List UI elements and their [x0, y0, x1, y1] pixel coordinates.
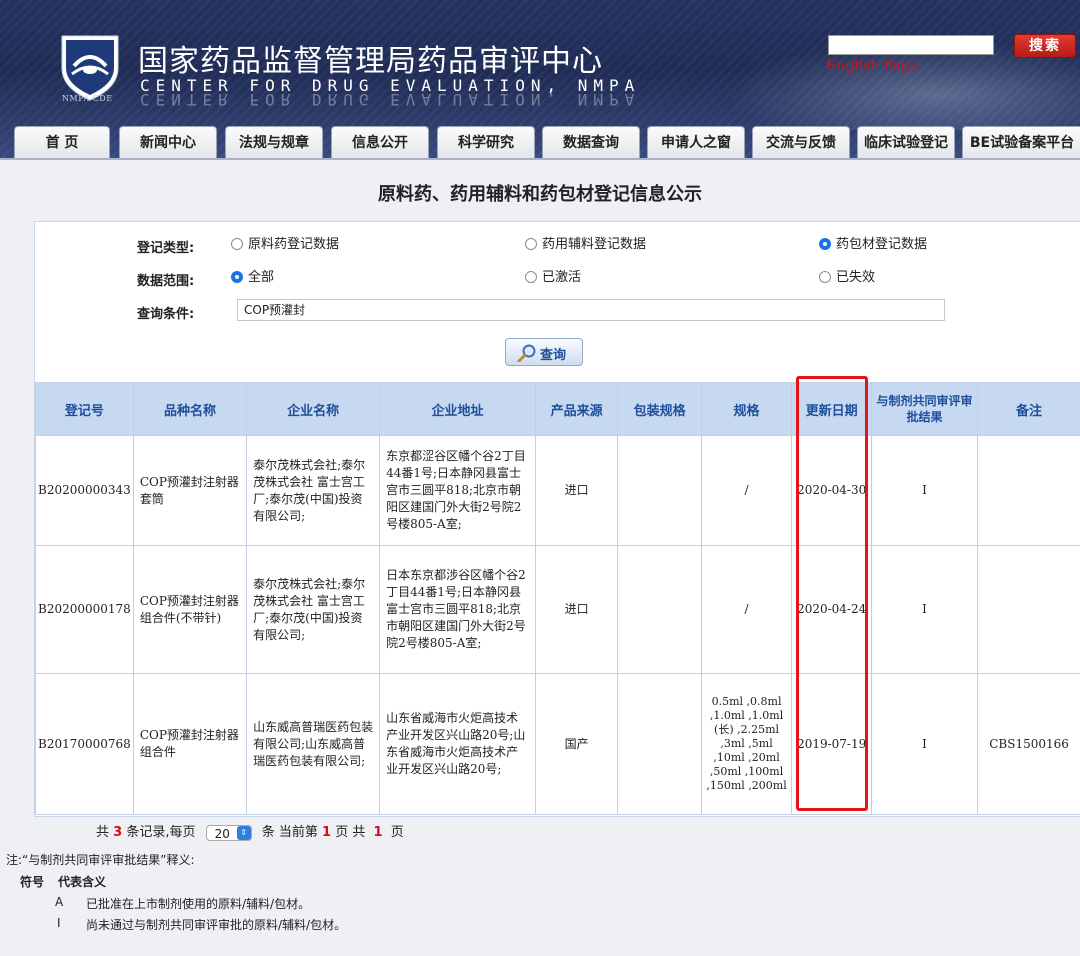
cell-source: 国产 — [534, 673, 619, 815]
cell-company: 山东威高普瑞医药包装有限公司;山东威高普瑞医药包装有限公司; — [246, 673, 381, 815]
cell-reg-no[interactable]: B20200000178 — [35, 545, 134, 674]
nav-tab-news[interactable]: 新闻中心 — [119, 126, 217, 159]
cell-spec: / — [700, 435, 793, 546]
pagination: 共 3 条记录,每页 20 ⇕ 条 当前第 1 页 共 1 页 — [96, 824, 404, 841]
radio-dot-selected-icon — [231, 271, 243, 283]
cell-remark — [977, 435, 1080, 546]
col-header-reg-no: 登记号 — [35, 382, 134, 436]
cell-address: 东京都涩谷区幡个谷2丁目44番1号;日本静冈县富士宫市三圆平818;北京市朝阳区… — [379, 435, 536, 546]
nmpa-logo-icon[interactable] — [58, 30, 122, 102]
table-row[interactable]: B20200000343 COP预灌封注射器套筒 泰尔茂株式会社;泰尔茂株式会社… — [35, 435, 1080, 546]
table-row[interactable]: B20170000768 COP预灌封注射器组合件 山东威高普瑞医药包装有限公司… — [35, 673, 1080, 815]
table-row[interactable]: B20200000178 COP预灌封注射器组合件(不带针) 泰尔茂株式会社;泰… — [35, 545, 1080, 674]
site-subtitle-reflection: CENTER FOR DRUG EVALUATION, NMPA — [140, 92, 641, 106]
col-header-package: 包装规格 — [617, 382, 702, 436]
cell-package — [617, 673, 702, 815]
nav-tab-feedback[interactable]: 交流与反馈 — [752, 126, 850, 159]
radio-dot-icon — [231, 238, 243, 250]
radio-scope-expired[interactable]: 已失效 — [819, 270, 875, 286]
page-size-select[interactable]: 20 ⇕ — [205, 824, 252, 841]
col-header-address: 企业地址 — [379, 382, 536, 436]
radio-dot-icon — [525, 238, 537, 250]
data-scope-label: 数据范围: — [137, 274, 195, 289]
cell-result: I — [870, 545, 979, 674]
main-nav: 首 页 新闻中心 法规与规章 信息公开 科学研究 数据查询 申请人之窗 交流与反… — [0, 126, 1080, 160]
col-header-company: 企业名称 — [246, 382, 381, 436]
nav-tab-disclosure[interactable]: 信息公开 — [331, 126, 429, 159]
col-header-spec: 规格 — [700, 382, 793, 436]
query-input[interactable]: COP预灌封 — [237, 299, 945, 321]
radio-type-api[interactable]: 原料药登记数据 — [231, 237, 339, 253]
radio-type-excipient[interactable]: 药用辅料登记数据 — [525, 237, 646, 253]
table-header-row: 登记号 品种名称 企业名称 企业地址 产品来源 包装规格 规格 更新日期 与制剂… — [35, 382, 1080, 436]
cell-spec: 0.5ml ,0.8ml ,1.0ml ,1.0ml (长) ,2.25ml ,… — [700, 673, 793, 815]
cell-reg-no[interactable]: B20170000768 — [35, 673, 134, 815]
registration-type-label: 登记类型: — [137, 241, 195, 256]
site-title[interactable]: 国家药品监督管理局药品审评中心 — [138, 36, 603, 80]
cell-name: COP预灌封注射器组合件 — [132, 673, 248, 815]
page-title: 原料药、药用辅料和药包材登记信息公示 — [378, 184, 702, 205]
cell-address: 日本东京都涉谷区幡个谷2丁目44番1号;日本静冈县富士宫市三圆平818;北京市朝… — [379, 545, 536, 674]
cell-name: COP预灌封注射器套筒 — [132, 435, 248, 546]
col-header-remark: 备注 — [977, 382, 1080, 436]
radio-dot-icon — [819, 271, 831, 283]
nav-tab-research[interactable]: 科学研究 — [437, 126, 535, 159]
cell-address: 山东省威海市火炬高技术产业开发区兴山路20号;山东省威海市火炬高技术产业开发区兴… — [379, 673, 536, 815]
cell-date: 2020-04-30 — [791, 435, 872, 546]
cell-remark — [977, 545, 1080, 674]
query-button-label: 查询 — [540, 348, 567, 363]
nav-tab-regulations[interactable]: 法规与规章 — [225, 126, 323, 159]
current-page: 1 — [322, 825, 332, 840]
notes-symbol: A — [55, 895, 64, 909]
select-arrow-icon: ⇕ — [236, 825, 251, 840]
notes-col-meaning: 代表含义 — [58, 875, 107, 889]
nav-tab-applicant[interactable]: 申请人之窗 — [647, 126, 745, 159]
radio-type-packaging[interactable]: 药包材登记数据 — [819, 237, 927, 253]
cell-package — [617, 545, 702, 674]
col-header-result: 与制剂共同审评审批结果 — [870, 382, 979, 436]
cell-company: 泰尔茂株式会社;泰尔茂株式会社 富士宫工厂;泰尔茂(中国)投资有限公司; — [246, 435, 381, 546]
site-search-input[interactable] — [828, 35, 994, 55]
query-condition-label: 查询条件: — [137, 307, 195, 322]
nav-tab-home[interactable]: 首 页 — [14, 126, 110, 159]
col-header-source: 产品来源 — [534, 382, 619, 436]
site-header: NMPA CDE 国家药品监督管理局药品审评中心 CENTER FOR DRUG… — [0, 0, 1080, 160]
nav-divider — [0, 158, 1080, 160]
radio-scope-active[interactable]: 已激活 — [525, 270, 581, 286]
cell-date: 2020-04-24 — [791, 545, 872, 674]
search-button[interactable]: 搜索 — [1014, 34, 1076, 58]
radio-scope-all[interactable]: 全部 — [231, 270, 274, 286]
notes-meaning: 尚未通过与制剂共同审评审批的原料/辅料/包材。 — [86, 918, 347, 932]
results-table: 登记号 品种名称 企业名称 企业地址 产品来源 包装规格 规格 更新日期 与制剂… — [35, 382, 1080, 815]
cell-company: 泰尔茂株式会社;泰尔茂株式会社 富士宫工厂;泰尔茂(中国)投资有限公司; — [246, 545, 381, 674]
cell-name: COP预灌封注射器组合件(不带针) — [132, 545, 248, 674]
logo-text: NMPA CDE — [62, 94, 113, 103]
nav-tab-clinical-trial[interactable]: 临床试验登记 — [857, 126, 955, 159]
cell-date: 2019-07-19 — [791, 673, 872, 815]
notes-symbol: I — [57, 916, 61, 930]
notes-col-symbol: 符号 — [20, 875, 45, 889]
cell-spec: / — [700, 545, 793, 674]
cell-source: 进口 — [534, 545, 619, 674]
search-panel: 登记类型: 原料药登记数据 药用辅料登记数据 药包材登记数据 数据范围: 全部 … — [34, 221, 1080, 817]
english-page-link[interactable]: English Page — [826, 58, 918, 74]
cell-remark: CBS1500166 — [977, 673, 1080, 815]
notes-heading: 注:“与制剂共同审评审批结果”释义: — [6, 853, 195, 867]
cell-source: 进口 — [534, 435, 619, 546]
cell-reg-no[interactable]: B20200000343 — [35, 435, 134, 546]
magnifier-icon — [517, 344, 536, 362]
cell-result: I — [870, 435, 979, 546]
nav-tab-be-platform[interactable]: BE试验备案平台 — [962, 126, 1080, 159]
total-pages: 1 — [373, 825, 383, 840]
cell-package — [617, 435, 702, 546]
radio-dot-selected-icon — [819, 238, 831, 250]
total-records: 3 — [113, 825, 123, 840]
col-header-date: 更新日期 — [791, 382, 872, 436]
radio-dot-icon — [525, 271, 537, 283]
cell-result: I — [870, 673, 979, 815]
query-button[interactable]: 查询 — [505, 338, 583, 366]
nav-tab-data-query[interactable]: 数据查询 — [542, 126, 640, 159]
col-header-name: 品种名称 — [132, 382, 248, 436]
notes-meaning: 已批准在上市制剂使用的原料/辅料/包材。 — [86, 897, 311, 911]
